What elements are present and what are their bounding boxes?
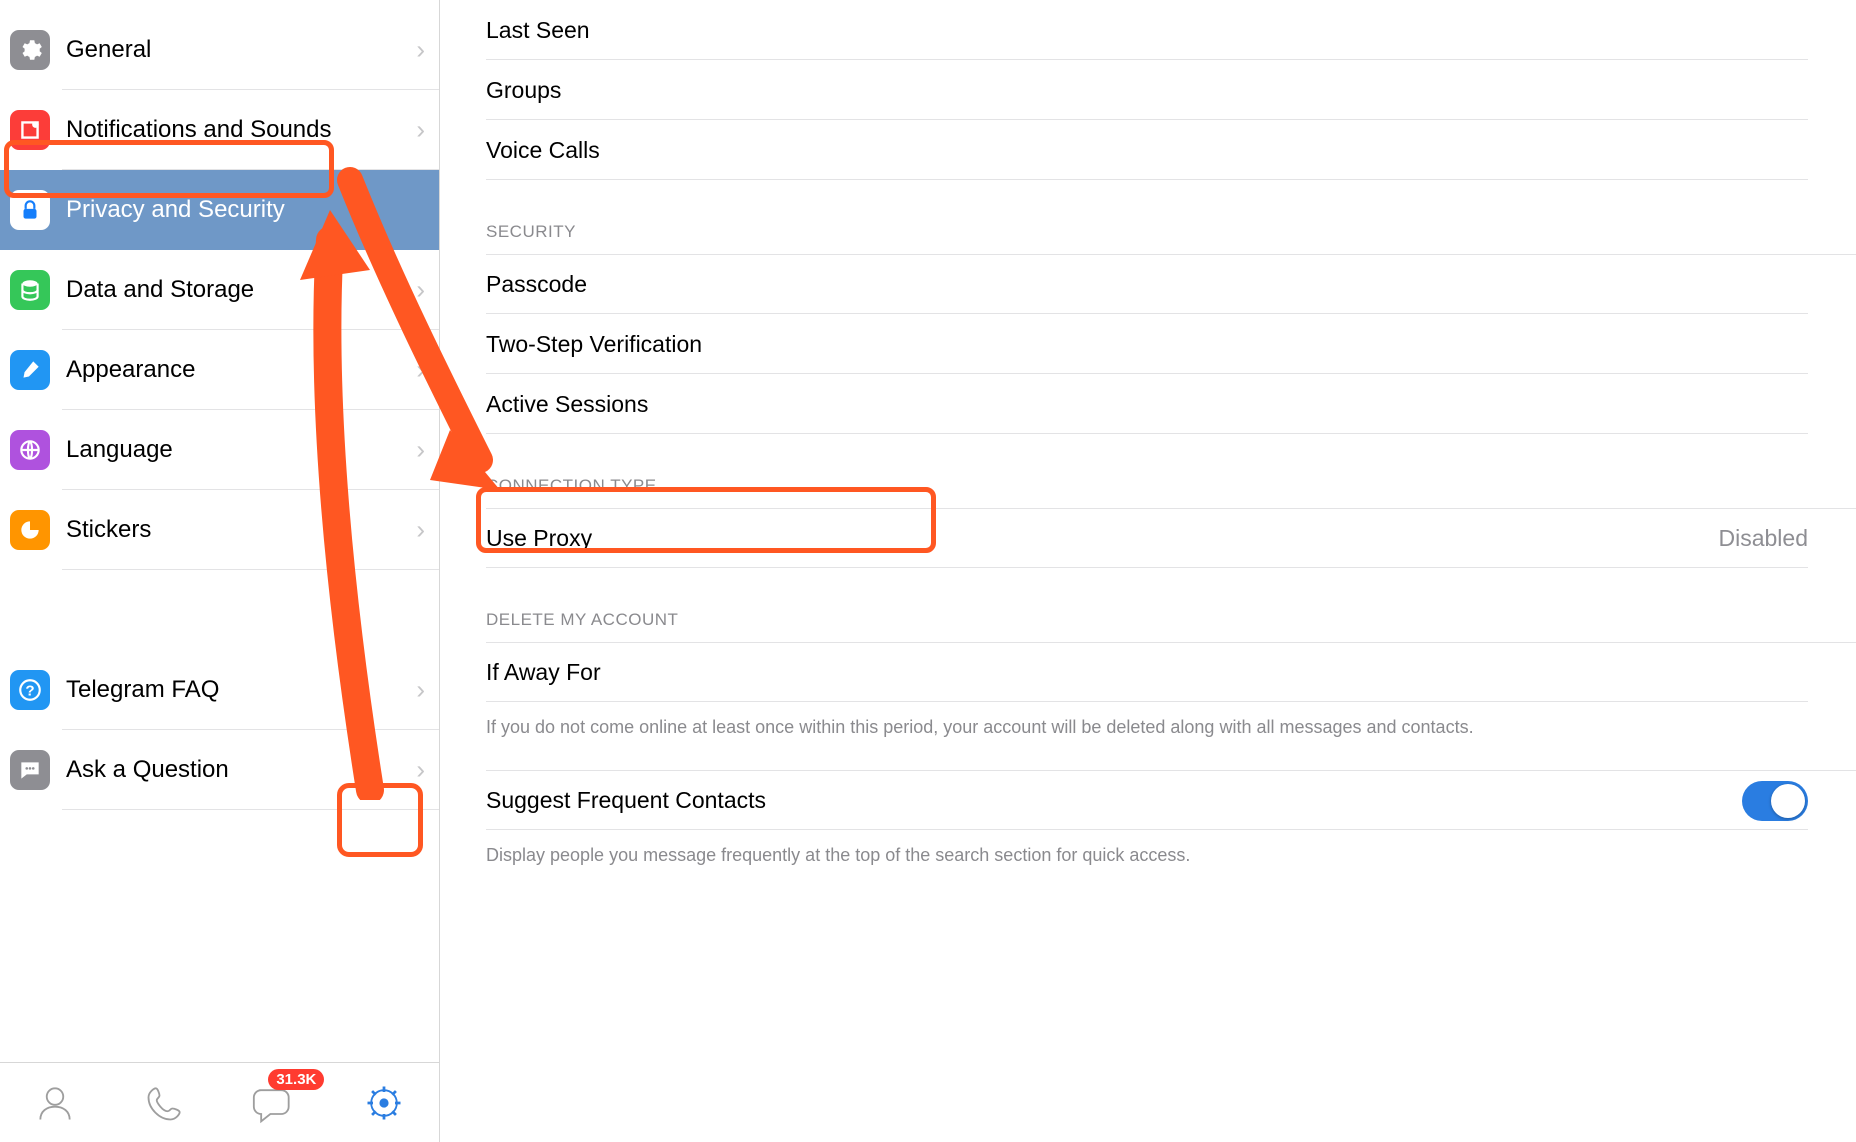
detail-pane: Last Seen Groups Voice Calls SECURITY Pa… [440,0,1856,1142]
brush-icon [10,350,50,390]
sidebar-item-label: Language [66,436,173,464]
section-header-connection: CONNECTION TYPE [486,434,1856,508]
sidebar-item-stickers[interactable]: Stickers › [0,490,439,570]
row-active-sessions[interactable]: Active Sessions [486,374,1856,434]
sidebar-item-label: Appearance [66,356,195,384]
chevron-right-icon: › [416,515,425,546]
sidebar-item-general[interactable]: General › [0,10,439,90]
settings-list: General › Notifications and Sounds › Pri… [0,0,439,1062]
sticker-icon [10,510,50,550]
chevron-right-icon: › [416,275,425,306]
sidebar-item-label: Data and Storage [66,276,254,304]
bell-icon [10,110,50,150]
section-header-delete: DELETE MY ACCOUNT [486,568,1856,642]
row-voice-calls[interactable]: Voice Calls [486,120,1856,180]
row-label: Two-Step Verification [486,331,702,358]
globe-icon [10,430,50,470]
row-if-away-for[interactable]: If Away For [486,642,1856,702]
row-label: Groups [486,77,561,104]
database-icon [10,270,50,310]
sidebar-item-label: Notifications and Sounds [66,116,332,144]
row-label: Passcode [486,271,587,298]
sidebar-item-faq[interactable]: ? Telegram FAQ › [0,650,439,730]
row-passcode[interactable]: Passcode [486,254,1856,314]
sidebar-item-language[interactable]: Language › [0,410,439,490]
row-two-step[interactable]: Two-Step Verification [486,314,1856,374]
settings-sidebar: General › Notifications and Sounds › Pri… [0,0,440,1142]
chat-icon [10,750,50,790]
row-groups[interactable]: Groups [486,60,1856,120]
row-label: Suggest Frequent Contacts [486,787,766,814]
sidebar-item-label: General [66,36,151,64]
unread-badge: 31.3K [268,1069,324,1090]
gear-icon [10,30,50,70]
row-label: Active Sessions [486,391,648,418]
tab-settings[interactable] [356,1075,412,1131]
row-label: Last Seen [486,17,590,44]
app-root: General › Notifications and Sounds › Pri… [0,0,1856,1142]
row-last-seen[interactable]: Last Seen [486,0,1856,60]
chevron-right-icon: › [416,355,425,386]
row-use-proxy[interactable]: Use Proxy Disabled [486,508,1856,568]
sidebar-item-label: Privacy and Security [66,196,285,224]
lock-icon [10,190,50,230]
question-icon: ? [10,670,50,710]
row-suggest-contacts[interactable]: Suggest Frequent Contacts [486,770,1856,830]
row-label: Voice Calls [486,137,600,164]
svg-text:?: ? [25,682,34,699]
sidebar-item-label: Telegram FAQ [66,676,219,704]
row-value: Disabled [1719,525,1809,552]
suggest-hint: Display people you message frequently at… [486,830,1856,878]
chevron-right-icon: › [416,115,425,146]
tab-calls[interactable] [137,1075,193,1131]
tab-chats[interactable]: 31.3K [246,1075,302,1131]
row-label: If Away For [486,659,601,686]
toggle-suggest-contacts[interactable] [1742,781,1808,821]
sidebar-item-appearance[interactable]: Appearance › [0,330,439,410]
chevron-right-icon: › [416,755,425,786]
sidebar-item-label: Ask a Question [66,756,229,784]
chevron-right-icon: › [416,35,425,66]
tab-contacts[interactable] [27,1075,83,1131]
chevron-right-icon: › [416,675,425,706]
sidebar-item-notifications[interactable]: Notifications and Sounds › [0,90,439,170]
sidebar-item-data[interactable]: Data and Storage › [0,250,439,330]
sidebar-item-label: Stickers [66,516,151,544]
delete-hint: If you do not come online at least once … [486,702,1856,750]
row-label: Use Proxy [486,525,592,552]
chevron-right-icon: › [416,435,425,466]
tab-bar: 31.3K [0,1062,439,1142]
sidebar-item-privacy[interactable]: Privacy and Security [0,170,439,250]
section-header-security: SECURITY [486,180,1856,254]
sidebar-item-ask[interactable]: Ask a Question › [0,730,439,810]
